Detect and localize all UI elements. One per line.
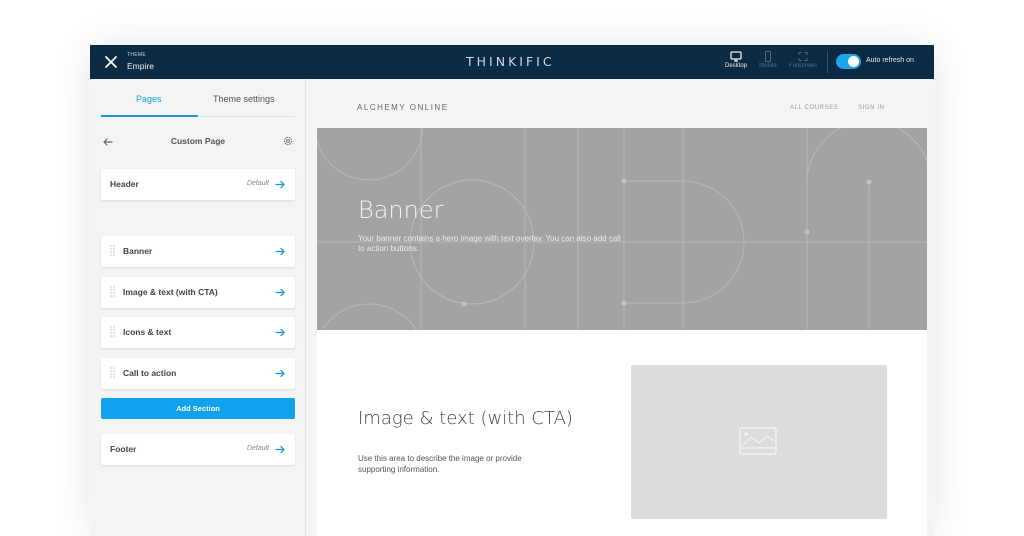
header-card-name: Header (110, 179, 139, 189)
section-name: Banner (123, 246, 153, 256)
drag-handle-icon[interactable] (110, 326, 115, 338)
arrow-right-icon (275, 445, 285, 454)
mobile-icon (765, 51, 771, 62)
fullscreen-view-label: Fullscreen (789, 63, 817, 69)
arrow-right-icon (275, 180, 285, 189)
image-text-description: Use this area to describe the image or p… (358, 454, 522, 474)
header-card-status: Default (246, 180, 269, 187)
footer-card[interactable]: Footer Default (101, 434, 295, 465)
fullscreen-icon (798, 52, 808, 61)
footer-card-name: Footer (110, 444, 137, 454)
active-tab-indicator (101, 115, 198, 117)
footer-card-status: Default (246, 445, 269, 452)
arrow-right-icon (275, 247, 285, 256)
section-name: Image & text (with CTA) (123, 287, 218, 297)
banner-background-pattern (317, 128, 927, 330)
nav-sign-in[interactable]: SIGN IN (858, 105, 885, 111)
image-text-title: Image & text (with CTA) (358, 408, 573, 429)
sidebar-tabs: Pages Theme settings (101, 79, 295, 117)
arrow-right-icon (275, 288, 285, 297)
banner-text: Your banner contains a hero image with t… (358, 234, 621, 253)
theme-editor-window: THEME Empire THINKIFIC Desktop Mobile Fu… (90, 45, 934, 536)
top-bar: THEME Empire THINKIFIC Desktop Mobile Fu… (90, 45, 934, 79)
fullscreen-view-button[interactable]: Fullscreen (786, 51, 820, 75)
header-card[interactable]: Header Default (101, 169, 295, 200)
toggle-knob (848, 56, 859, 67)
drag-handle-icon[interactable] (110, 245, 115, 257)
tab-theme-settings[interactable]: Theme settings (213, 94, 275, 104)
auto-refresh-label: Auto refresh on (866, 57, 914, 64)
auto-refresh-toggle[interactable] (836, 54, 861, 69)
section-name: Call to action (123, 368, 177, 378)
close-icon (105, 56, 117, 68)
site-header: ALCHEMY ONLINE ALL COURSES SIGN IN (317, 89, 927, 128)
image-placeholder-icon (739, 427, 777, 455)
desktop-icon (730, 51, 742, 62)
tab-pages[interactable]: Pages (136, 94, 162, 104)
banner-title: Banner (358, 196, 444, 224)
mobile-view-button[interactable]: Mobile (751, 51, 785, 75)
arrow-right-icon (275, 328, 285, 337)
theme-label: THEME (127, 52, 146, 58)
drag-handle-icon[interactable] (110, 367, 115, 379)
gear-icon (283, 136, 293, 146)
sidebar: Pages Theme settings Custom Page Header … (90, 79, 306, 536)
site-preview: ALCHEMY ONLINE ALL COURSES SIGN IN Banne… (317, 89, 927, 536)
toolbar-divider (827, 51, 828, 73)
brand-logo: THINKIFIC (466, 54, 555, 69)
desktop-view-button[interactable]: Desktop (719, 51, 753, 75)
section-name: Icons & text (123, 327, 172, 337)
desktop-view-label: Desktop (724, 63, 747, 69)
mobile-view-label: Mobile (759, 63, 777, 69)
page-title: Custom Page (170, 136, 226, 146)
site-logo[interactable]: ALCHEMY ONLINE (357, 103, 449, 112)
banner-section[interactable]: Banner Your banner contains a hero image… (317, 128, 927, 330)
section-card-banner[interactable]: Banner (101, 236, 295, 267)
drag-handle-icon[interactable] (110, 286, 115, 298)
section-card-call-to-action[interactable]: Call to action (101, 358, 295, 389)
arrow-right-icon (275, 369, 285, 378)
nav-all-courses[interactable]: ALL COURSES (790, 105, 838, 111)
section-card-image-text[interactable]: Image & text (with CTA) (101, 277, 295, 308)
theme-name: Empire (127, 61, 154, 71)
page-settings-button[interactable] (282, 134, 294, 146)
section-card-icons-text[interactable]: Icons & text (101, 317, 295, 348)
close-button[interactable] (102, 53, 120, 71)
add-section-button[interactable]: Add Section (101, 398, 295, 419)
image-placeholder[interactable] (631, 365, 887, 519)
